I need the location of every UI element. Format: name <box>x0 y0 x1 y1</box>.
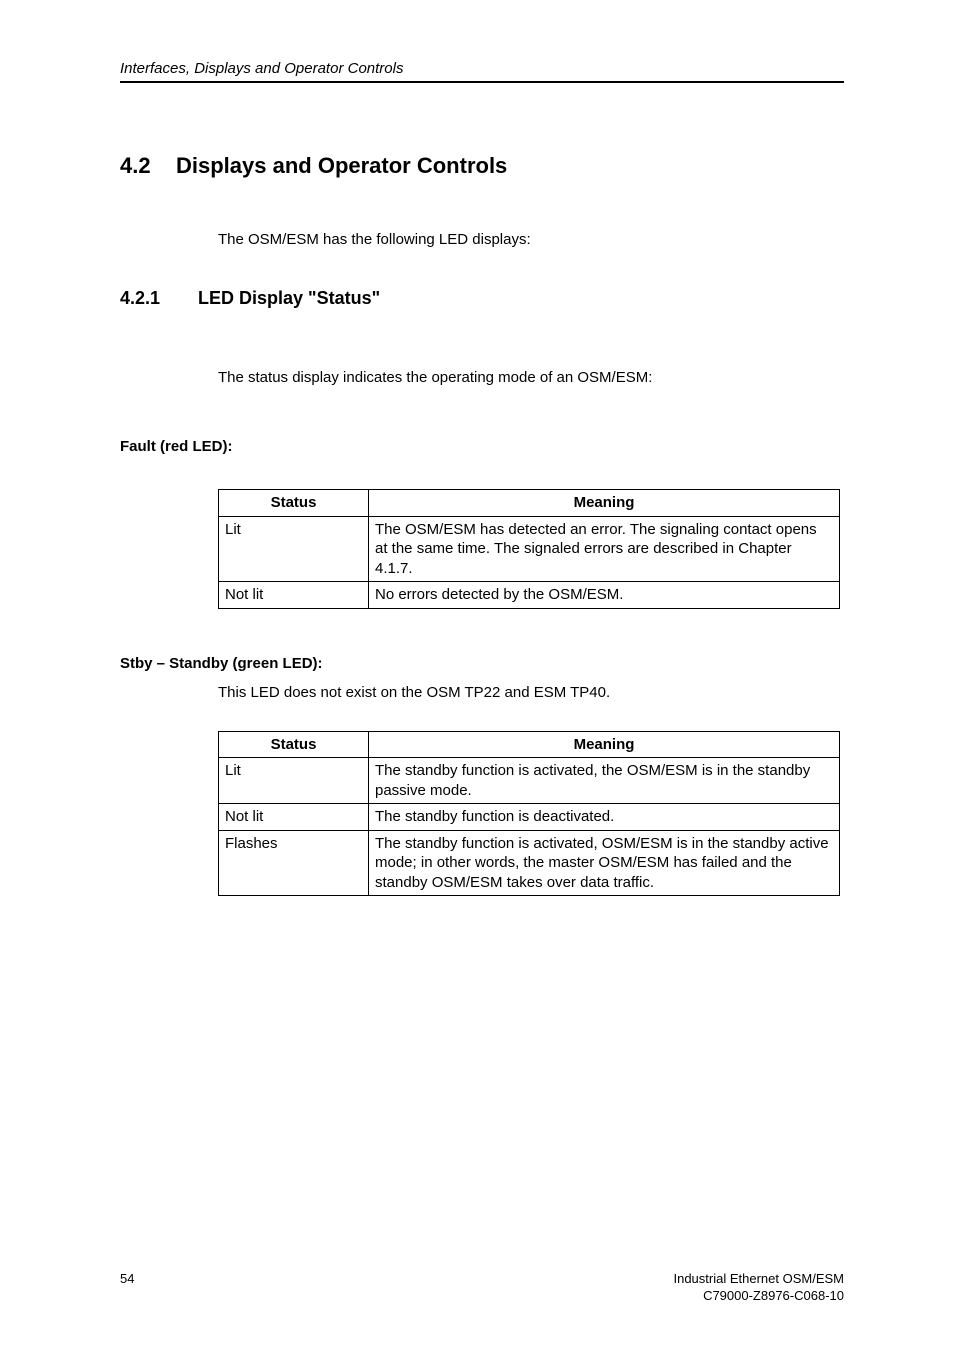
table-header-row: Status Meaning <box>219 731 840 758</box>
cell-status: Not lit <box>219 804 369 831</box>
cell-meaning: The standby function is activated, the O… <box>369 758 840 804</box>
col-status-header: Status <box>219 490 369 517</box>
cell-status: Flashes <box>219 830 369 896</box>
subsection-number: 4.2.1 <box>120 288 198 309</box>
col-meaning-header: Meaning <box>369 490 840 517</box>
col-meaning-header: Meaning <box>369 731 840 758</box>
page-number: 54 <box>120 1271 134 1286</box>
cell-status: Lit <box>219 516 369 582</box>
running-header: Interfaces, Displays and Operator Contro… <box>120 60 844 83</box>
section-number: 4.2 <box>120 153 176 179</box>
section-heading: 4.2Displays and Operator Controls <box>120 153 844 179</box>
cell-meaning: The standby function is activated, OSM/E… <box>369 830 840 896</box>
subsection-heading: 4.2.1LED Display "Status" <box>120 288 844 309</box>
section-title: Displays and Operator Controls <box>176 153 507 178</box>
page-footer: 54 Industrial Ethernet OSM/ESM C79000-Z8… <box>120 1271 844 1305</box>
col-status-header: Status <box>219 731 369 758</box>
fault-label: Fault (red LED): <box>120 438 844 455</box>
footer-doc-title: Industrial Ethernet OSM/ESM <box>673 1271 844 1288</box>
footer-doc-code: C79000-Z8976-C068-10 <box>673 1288 844 1305</box>
cell-meaning: The standby function is deactivated. <box>369 804 840 831</box>
status-paragraph: The status display indicates the operati… <box>218 369 844 386</box>
stby-label: Stby – Standby (green LED): <box>120 655 844 672</box>
subsection-title: LED Display "Status" <box>198 288 380 308</box>
stby-table: Status Meaning Lit The standby function … <box>218 731 840 897</box>
section-intro: The OSM/ESM has the following LED displa… <box>218 231 844 248</box>
table-row: Lit The OSM/ESM has detected an error. T… <box>219 516 840 582</box>
table-row: Not lit No errors detected by the OSM/ES… <box>219 582 840 609</box>
cell-meaning: No errors detected by the OSM/ESM. <box>369 582 840 609</box>
cell-status: Not lit <box>219 582 369 609</box>
fault-table: Status Meaning Lit The OSM/ESM has detec… <box>218 489 840 609</box>
table-header-row: Status Meaning <box>219 490 840 517</box>
table-row: Lit The standby function is activated, t… <box>219 758 840 804</box>
table-row: Not lit The standby function is deactiva… <box>219 804 840 831</box>
stby-note: This LED does not exist on the OSM TP22 … <box>218 684 844 701</box>
cell-meaning: The OSM/ESM has detected an error. The s… <box>369 516 840 582</box>
cell-status: Lit <box>219 758 369 804</box>
table-row: Flashes The standby function is activate… <box>219 830 840 896</box>
